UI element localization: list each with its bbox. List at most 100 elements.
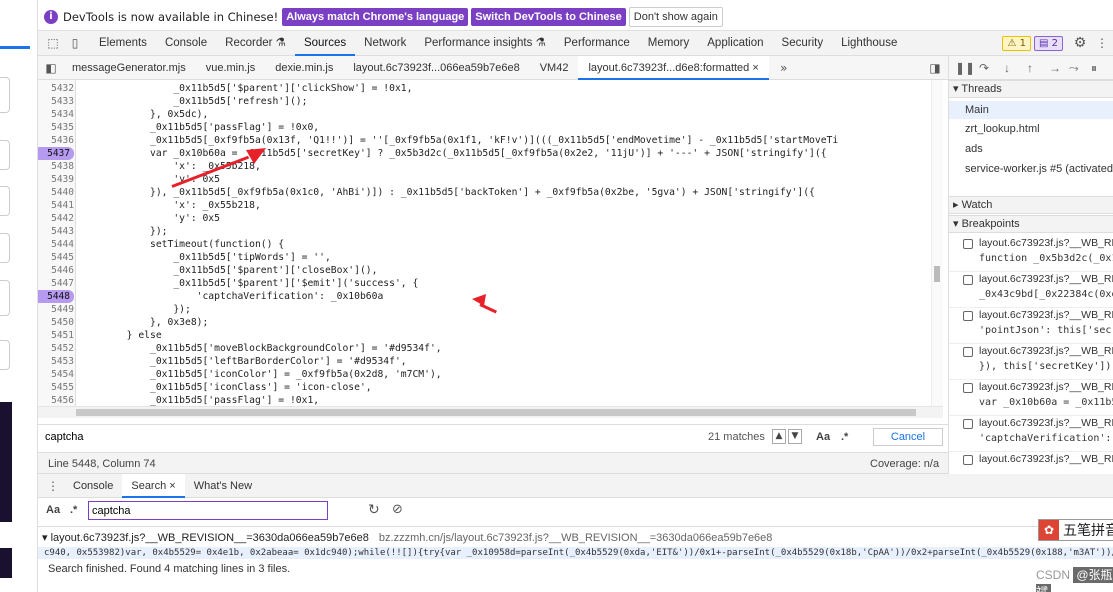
line-number[interactable]: 5436: [38, 134, 74, 147]
line-number[interactable]: 5433: [38, 95, 74, 108]
tab-lighthouse[interactable]: Lighthouse: [832, 31, 906, 56]
more-tabs-icon[interactable]: »: [777, 61, 791, 75]
breakpoint-line-number[interactable]: 5448: [38, 290, 74, 303]
step-out-icon[interactable]: ↑: [1027, 61, 1033, 75]
line-number[interactable]: 5438: [38, 160, 74, 173]
breakpoint-checkbox[interactable]: [963, 311, 973, 321]
code-line[interactable]: _0x11b5d5['$parent']['$emit']('success',…: [80, 277, 418, 290]
thread-item[interactable]: service-worker.js #5 (activated): [965, 163, 1113, 175]
line-number[interactable]: 5445: [38, 251, 74, 264]
code-line[interactable]: _0x11b5d5['$parent']['closeBox'](),: [80, 264, 377, 277]
line-number[interactable]: 5440: [38, 186, 74, 199]
code-line[interactable]: } else: [80, 329, 162, 342]
switch-language-button[interactable]: Switch DevTools to Chinese: [471, 8, 626, 26]
prev-match-button[interactable]: ▲: [772, 429, 786, 444]
inspect-element-icon[interactable]: ⬚: [46, 36, 60, 50]
thread-item[interactable]: ads: [965, 143, 983, 155]
line-number[interactable]: 5452: [38, 342, 74, 355]
settings-gear-icon[interactable]: ⚙: [1073, 36, 1087, 50]
breakpoint-item[interactable]: layout.6c73923f.js?__WB_REV 'captchaVerif…: [949, 416, 1113, 452]
code-line[interactable]: _0x11b5d5[_0xf9fb5a(0x13f, 'Q1!!')] = ''…: [80, 134, 838, 147]
line-number[interactable]: 5442: [38, 212, 74, 225]
breakpoints-section-header[interactable]: ▾ Breakpoints: [949, 215, 1113, 233]
drawer-tab-console[interactable]: Console: [64, 474, 122, 498]
pause-icon[interactable]: ❚❚: [955, 61, 975, 75]
breakpoint-line-number[interactable]: 5437: [38, 147, 74, 160]
device-toolbar-icon[interactable]: ▯: [68, 36, 82, 50]
line-number[interactable]: 5443: [38, 225, 74, 238]
code-line[interactable]: _0x11b5d5['leftBarBorderColor'] = '#d953…: [80, 355, 407, 368]
code-line[interactable]: }), _0x11b5d5[_0xf9fb5a(0x1c0, 'AhBi')])…: [80, 186, 815, 199]
file-tab[interactable]: messageGenerator.mjs: [62, 56, 196, 80]
breakpoint-checkbox[interactable]: [963, 275, 973, 285]
breakpoint-item[interactable]: layout.6c73923f.js?__WB_REV var _0x10b60a…: [949, 380, 1113, 416]
breakpoint-checkbox[interactable]: [963, 347, 973, 357]
tab-performance-insights[interactable]: Performance insights ⚗: [415, 31, 555, 56]
code-line[interactable]: _0x11b5d5['passFlag'] = !0x0,: [80, 121, 319, 134]
breakpoint-checkbox[interactable]: [963, 383, 973, 393]
breakpoint-item[interactable]: layout.6c73923f.js?__WB_REV 'pointJson': …: [949, 308, 1113, 344]
line-number[interactable]: 5447: [38, 277, 74, 290]
code-line[interactable]: }, 0x5dc),: [80, 108, 208, 121]
result-file-header[interactable]: ▾ layout.6c73923f.js?__WB_REVISION__=363…: [42, 531, 772, 544]
more-options-icon[interactable]: ⋮: [1095, 36, 1109, 50]
global-search-input[interactable]: [88, 501, 328, 520]
drawer-tab-whats-new[interactable]: What's New: [185, 474, 261, 498]
thread-item[interactable]: Main: [949, 101, 1113, 119]
line-number[interactable]: 5456: [38, 394, 74, 406]
threads-section-header[interactable]: ▾ Threads: [949, 80, 1113, 98]
code-line[interactable]: });: [80, 303, 191, 316]
warning-badge[interactable]: ⚠ 1: [1002, 35, 1031, 51]
step-over-icon[interactable]: ↷: [979, 61, 989, 75]
source-search-input[interactable]: [42, 428, 806, 446]
breakpoint-checkbox[interactable]: [963, 239, 973, 249]
match-case-toggle[interactable]: Aa: [816, 431, 830, 443]
tab-sources[interactable]: Sources: [294, 31, 356, 56]
toggle-navigator-icon[interactable]: ◧: [44, 61, 58, 75]
breakpoint-checkbox[interactable]: [963, 455, 973, 465]
line-gutter[interactable]: 5432 5433 5434 5435 5436 5437 5438 5439 5440 5441…: [38, 80, 76, 406]
breakpoint-item[interactable]: layout.6c73923f.js?__WB_REV function _0x5…: [949, 236, 1113, 272]
code-line[interactable]: });: [80, 225, 168, 238]
line-number[interactable]: 5441: [38, 199, 74, 212]
line-number[interactable]: 5435: [38, 121, 74, 134]
drawer-menu-icon[interactable]: ⋮: [46, 479, 60, 493]
code-line[interactable]: _0x11b5d5['$parent']['clickShow'] = !0x1…: [80, 82, 412, 95]
code-line[interactable]: setTimeout(function() {: [80, 238, 284, 251]
step-icon[interactable]: →: [1049, 61, 1061, 75]
file-tab[interactable]: VM42: [530, 56, 579, 80]
code-line[interactable]: _0x11b5d5['moveBlockBackgroundColor'] = …: [80, 342, 442, 355]
clear-icon[interactable]: ⊘: [392, 502, 403, 517]
line-number[interactable]: 5439: [38, 173, 74, 186]
tab-recorder[interactable]: Recorder ⚗: [216, 31, 295, 56]
line-number[interactable]: 5434: [38, 108, 74, 121]
code-editor[interactable]: 5432 5433 5434 5435 5436 5437 5438 5439 5440 5441…: [38, 80, 943, 406]
match-language-button[interactable]: Always match Chrome's language: [282, 8, 469, 26]
file-tab[interactable]: dexie.min.js: [265, 56, 343, 80]
tab-console[interactable]: Console: [156, 31, 216, 56]
ime-toolbar[interactable]: ✿ 五笔拼音 ☾: [1038, 519, 1113, 541]
cancel-search-button[interactable]: Cancel: [873, 428, 943, 446]
code-line[interactable]: _0x11b5d5['iconClass'] = 'icon-close',: [80, 381, 372, 394]
line-number[interactable]: 5455: [38, 381, 74, 394]
file-tab-active[interactable]: layout.6c73923f...d6e8:formatted ×: [578, 55, 769, 80]
deactivate-breakpoints-icon[interactable]: ⤳: [1069, 61, 1079, 76]
line-number[interactable]: 5449: [38, 303, 74, 316]
code-line[interactable]: _0x11b5d5['passFlag'] = !0x1,: [80, 394, 319, 406]
line-number[interactable]: 5446: [38, 264, 74, 277]
code-line[interactable]: 'y': 0x5: [80, 212, 220, 225]
code-line[interactable]: _0x11b5d5['tipWords'] = '',: [80, 251, 330, 264]
close-icon[interactable]: ×: [169, 480, 175, 492]
line-number[interactable]: 5451: [38, 329, 74, 342]
watch-section-header[interactable]: ▸ Watch: [949, 196, 1113, 214]
regex-toggle[interactable]: .*: [841, 431, 848, 443]
refresh-icon[interactable]: ↻: [368, 502, 380, 518]
editor-vertical-scroll-thumb[interactable]: [934, 266, 940, 282]
tab-elements[interactable]: Elements: [90, 31, 156, 56]
message-badge[interactable]: ▤ 2: [1033, 35, 1063, 51]
breakpoint-item[interactable]: layout.6c73923f.js?__WB_REV: [949, 452, 1113, 474]
drawer-tab-search[interactable]: Search ×: [122, 473, 185, 498]
breakpoint-item[interactable]: layout.6c73923f.js?__WB_REV}), this['sec…: [949, 344, 1113, 380]
code-line[interactable]: _0x11b5d5['iconColor'] = _0xf9fb5a(0x2d8…: [80, 368, 442, 381]
tab-application[interactable]: Application: [698, 31, 772, 56]
